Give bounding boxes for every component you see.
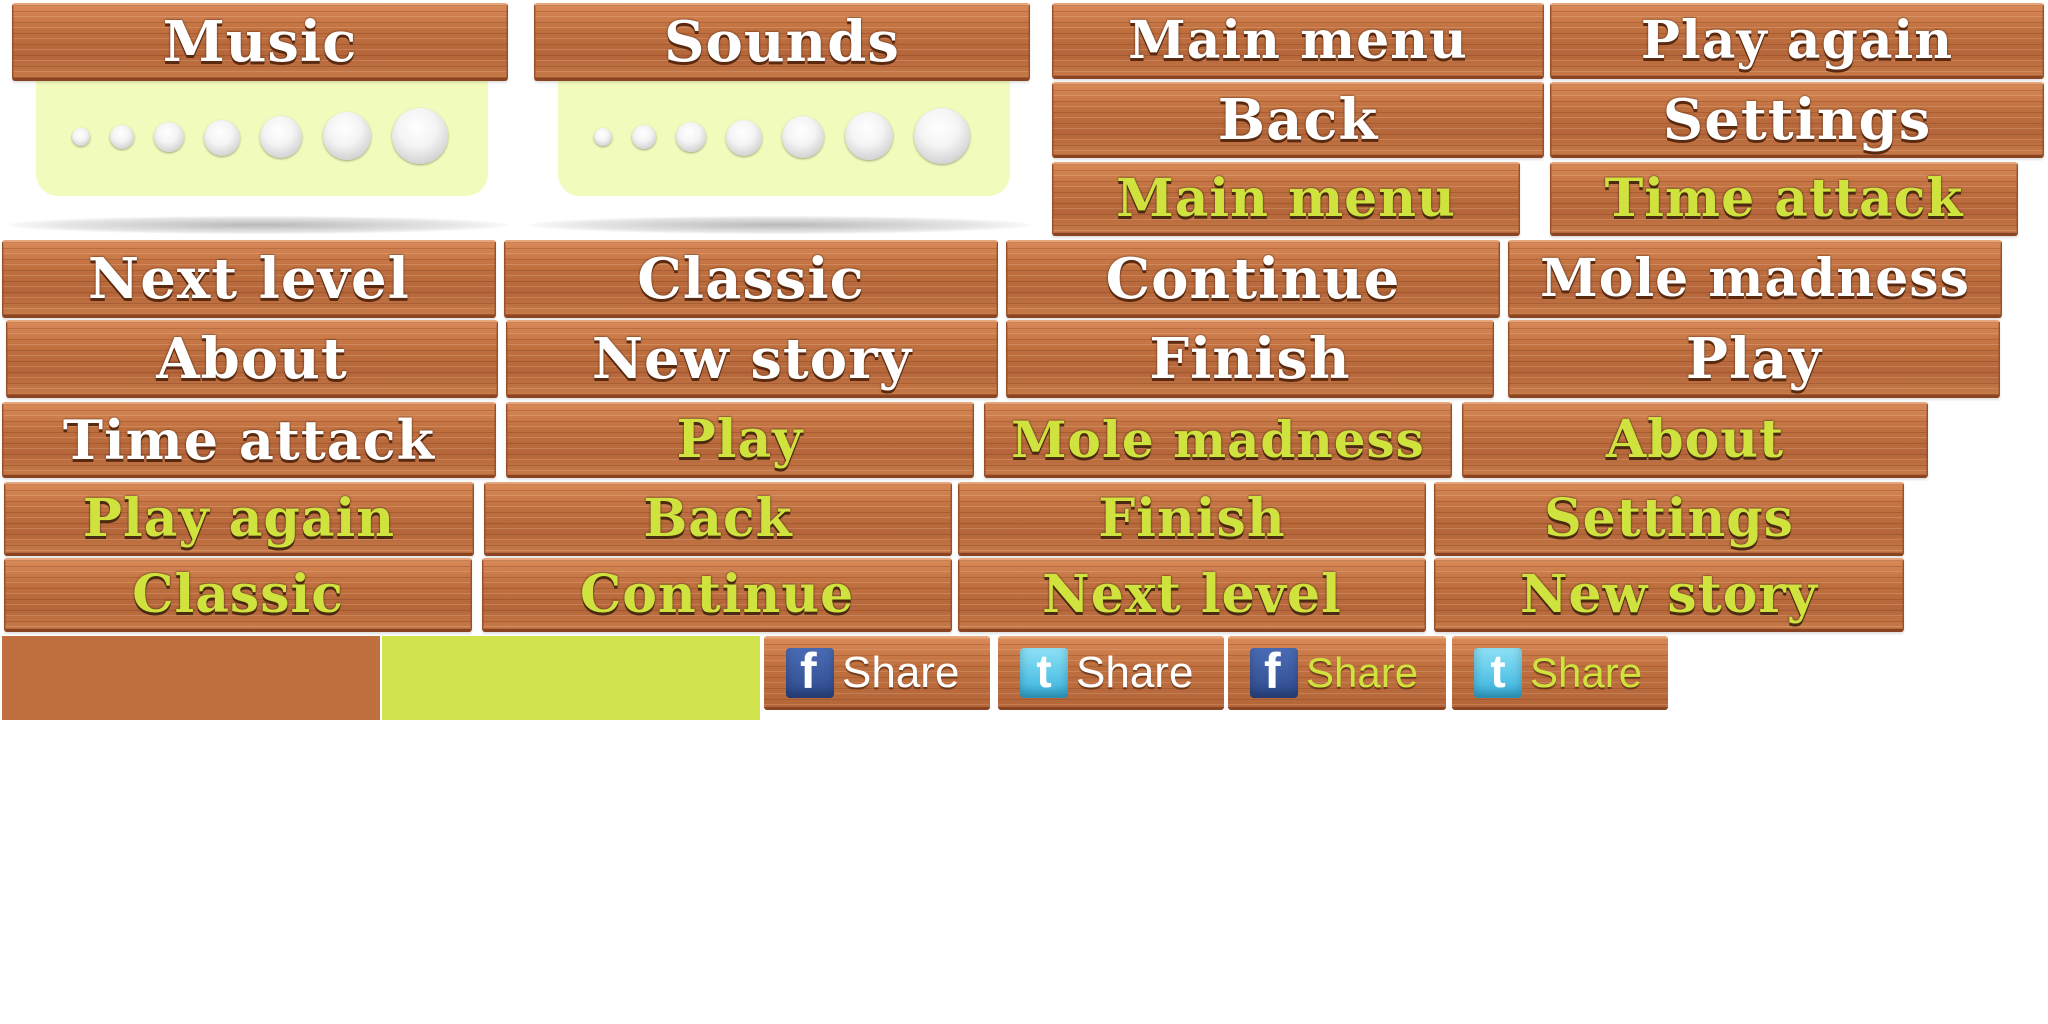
volume-dot-6[interactable] <box>845 112 893 160</box>
button-label: Main menu <box>1128 10 1468 71</box>
button-label: Classic <box>637 245 865 312</box>
play-button-white[interactable]: Play <box>1508 320 2000 398</box>
volume-dot-5[interactable] <box>782 116 824 158</box>
button-label: Time attack <box>1604 168 1964 229</box>
wood-color-swatch <box>2 636 380 720</box>
twitter-icon: t <box>1474 645 1522 698</box>
button-label: Back <box>643 488 793 549</box>
about-button-white[interactable]: About <box>6 320 498 398</box>
volume-dot-3[interactable] <box>154 122 184 152</box>
button-label: Settings <box>1662 86 1932 153</box>
button-label: Mole madness <box>1540 248 1970 309</box>
button-label: Finish <box>1149 325 1351 392</box>
back-button-white[interactable]: Back <box>1052 82 1544 158</box>
button-label: Main menu <box>1116 168 1456 229</box>
button-label: Play <box>1685 325 1823 392</box>
button-label: Back <box>1217 86 1379 153</box>
button-label: Classic <box>132 564 344 625</box>
sounds-slider-panel-shadow <box>530 216 1030 234</box>
share-label: Share <box>1076 647 1194 697</box>
sounds-label: Sounds <box>664 8 900 75</box>
music-label-plank: Music <box>12 3 508 81</box>
button-label: Next level <box>88 245 410 312</box>
finish-button-green[interactable]: Finish <box>958 482 1426 556</box>
button-label: Continue <box>579 564 855 625</box>
green-color-swatch <box>382 636 760 720</box>
volume-dot-3[interactable] <box>676 122 706 152</box>
facebook-share-button-white[interactable]: f Share <box>764 636 990 710</box>
settings-button-green[interactable]: Settings <box>1434 482 1904 556</box>
settings-button-white[interactable]: Settings <box>1550 82 2044 158</box>
new-story-button-white[interactable]: New story <box>506 320 998 398</box>
mole-madness-button-green[interactable]: Mole madness <box>984 402 1452 478</box>
sounds-label-plank: Sounds <box>534 3 1030 81</box>
volume-dot-4[interactable] <box>726 120 762 156</box>
play-again-button-green[interactable]: Play again <box>4 482 474 556</box>
button-label: New story <box>591 325 913 392</box>
twitter-icon: t <box>1020 645 1068 698</box>
facebook-icon: f <box>786 643 834 699</box>
sounds-slider-panel[interactable] <box>558 78 1010 196</box>
volume-dot-6[interactable] <box>323 112 371 160</box>
volume-dot-4[interactable] <box>204 120 240 156</box>
classic-button-white[interactable]: Classic <box>504 240 998 318</box>
button-label: Play again <box>82 488 396 549</box>
volume-dot-7[interactable] <box>914 108 970 164</box>
classic-button-green[interactable]: Classic <box>4 558 472 632</box>
play-button-green[interactable]: Play <box>506 402 974 478</box>
share-label: Share <box>842 647 960 697</box>
continue-button-white[interactable]: Continue <box>1006 240 1500 318</box>
volume-dot-2[interactable] <box>632 125 656 149</box>
button-label: About <box>156 325 348 392</box>
time-attack-button-green[interactable]: Time attack <box>1550 162 2018 236</box>
share-label: Share <box>1530 648 1643 696</box>
music-label: Music <box>162 8 358 75</box>
main-menu-button-white[interactable]: Main menu <box>1052 3 1544 79</box>
next-level-button-green[interactable]: Next level <box>958 558 1426 632</box>
share-label: Share <box>1306 648 1419 696</box>
mole-madness-button-white[interactable]: Mole madness <box>1508 240 2002 318</box>
new-story-button-green[interactable]: New story <box>1434 558 1904 632</box>
continue-button-green[interactable]: Continue <box>482 558 952 632</box>
button-label: Continue <box>1105 245 1401 312</box>
facebook-icon: f <box>1250 643 1298 699</box>
twitter-share-button-white[interactable]: t Share <box>998 636 1224 710</box>
about-button-green[interactable]: About <box>1462 402 1928 478</box>
volume-dot-5[interactable] <box>260 116 302 158</box>
button-label: About <box>1605 409 1785 470</box>
finish-button-white[interactable]: Finish <box>1006 320 1494 398</box>
button-label: Play <box>676 409 804 470</box>
volume-dot-1[interactable] <box>594 128 612 146</box>
next-level-button-white[interactable]: Next level <box>2 240 496 318</box>
button-label: Mole madness <box>1011 410 1425 469</box>
facebook-share-button-green[interactable]: f Share <box>1228 636 1446 710</box>
volume-dot-2[interactable] <box>110 125 134 149</box>
time-attack-button-white[interactable]: Time attack <box>2 402 496 478</box>
button-label: Settings <box>1544 488 1794 549</box>
back-button-green[interactable]: Back <box>484 482 952 556</box>
main-menu-button-green[interactable]: Main menu <box>1052 162 1520 236</box>
music-slider-panel-shadow <box>8 216 508 234</box>
button-label: Finish <box>1098 488 1286 549</box>
button-label: Time attack <box>62 407 436 472</box>
button-label: Play again <box>1640 10 1954 71</box>
play-again-button-white[interactable]: Play again <box>1550 3 2044 79</box>
volume-dot-7[interactable] <box>392 108 448 164</box>
volume-dot-1[interactable] <box>72 128 90 146</box>
button-label: New story <box>1519 564 1819 625</box>
music-slider-panel[interactable] <box>36 78 488 196</box>
twitter-share-button-green[interactable]: t Share <box>1452 636 1668 710</box>
button-label: Next level <box>1042 564 1342 625</box>
